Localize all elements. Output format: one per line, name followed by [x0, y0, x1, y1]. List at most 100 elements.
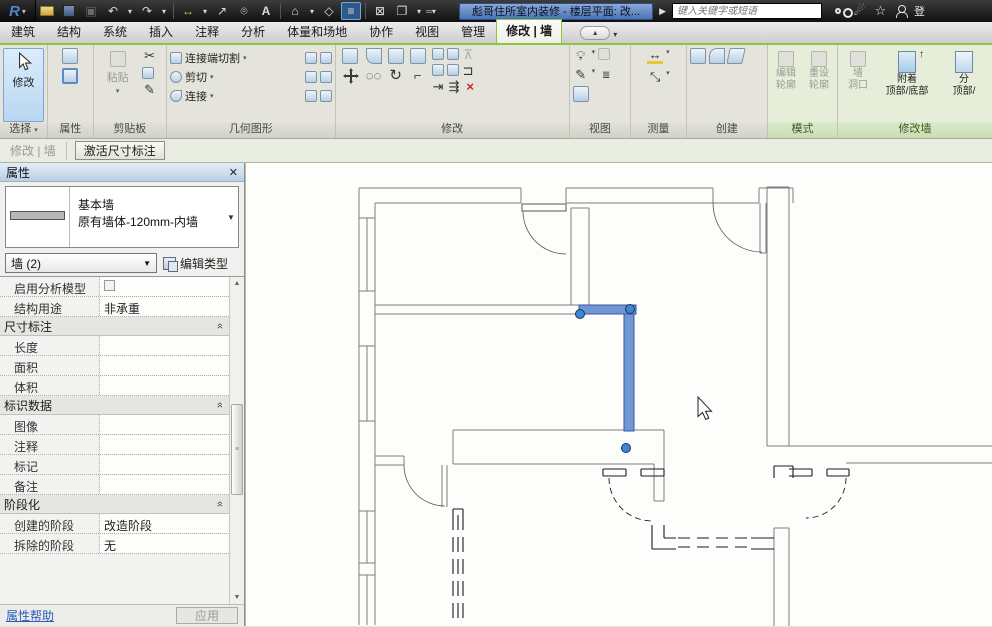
- geometry-extra-icon-5[interactable]: [305, 90, 317, 102]
- property-section[interactable]: 标识数据»: [0, 396, 229, 415]
- tab-1[interactable]: 结构: [46, 21, 92, 43]
- type-selector[interactable]: 基本墙 原有墙体-120mm-内墙 ▼: [5, 186, 239, 248]
- floor-plan-walls[interactable]: [359, 187, 992, 626]
- property-section[interactable]: 尺寸标注»: [0, 317, 229, 336]
- property-value[interactable]: [100, 435, 229, 454]
- properties-help-link[interactable]: 属性帮助: [6, 607, 54, 624]
- property-value[interactable]: [100, 336, 229, 355]
- property-value[interactable]: 改造阶段: [100, 514, 229, 533]
- aligned-dimension-icon[interactable]: ↔: [178, 2, 198, 20]
- property-value[interactable]: [100, 356, 229, 375]
- close-hidden-windows-icon[interactable]: ⊠: [370, 2, 390, 20]
- tab-active-modify-wall[interactable]: 修改 | 墙: [496, 19, 562, 43]
- tab-7[interactable]: 协作: [358, 21, 404, 43]
- save-icon[interactable]: [59, 2, 79, 20]
- geometry-extra-icon-2[interactable]: [320, 52, 332, 64]
- wall-endpoint-handle-2[interactable]: [626, 305, 635, 314]
- scroll-up-icon[interactable]: ▲: [234, 277, 241, 290]
- customize-qat-caret-icon[interactable]: ═▾: [426, 2, 436, 20]
- redo-icon[interactable]: ↷: [137, 2, 157, 20]
- tab-9[interactable]: 管理: [450, 21, 496, 43]
- panel-label-modify[interactable]: 修改: [336, 122, 569, 138]
- property-value[interactable]: [100, 376, 229, 395]
- drawing-canvas[interactable]: [245, 163, 992, 626]
- linework-icon[interactable]: ≣: [598, 67, 614, 83]
- delete-icon[interactable]: ×: [464, 80, 477, 93]
- help-search-input[interactable]: [672, 3, 822, 19]
- create-assembly-icon[interactable]: [726, 48, 745, 64]
- activate-dimensions-button[interactable]: 激活尺寸标注: [75, 141, 165, 160]
- cut-scissors-icon[interactable]: ✂: [142, 48, 158, 64]
- panel-label-view[interactable]: 视图: [570, 122, 630, 138]
- properties-palette-icon[interactable]: [62, 48, 78, 64]
- panel-label-measure[interactable]: 测量: [631, 122, 686, 138]
- create-group-icon[interactable]: [690, 48, 706, 64]
- panel-label-create[interactable]: 创建: [687, 122, 767, 138]
- element-filter-combo[interactable]: 墙 (2)▼: [5, 253, 157, 273]
- rotate-icon[interactable]: ↻: [388, 67, 404, 83]
- panel-label-select[interactable]: 选择 ▾: [0, 122, 47, 138]
- search-icon[interactable]: [828, 2, 849, 20]
- panel-label-modify-wall[interactable]: 修改墙: [838, 122, 992, 138]
- collapse-chevron-icon[interactable]: »: [214, 501, 226, 507]
- join-geometry-button[interactable]: 连接▾: [170, 87, 332, 105]
- measure-icon[interactable]: ↗: [212, 2, 232, 20]
- close-icon[interactable]: ✕: [229, 166, 238, 179]
- edit-type-button[interactable]: 编辑类型: [163, 255, 228, 272]
- geometry-extra-icon-1[interactable]: [305, 52, 317, 64]
- property-section[interactable]: 阶段化»: [0, 495, 229, 514]
- override-brush-icon[interactable]: ✎: [573, 67, 589, 83]
- unpin-icon[interactable]: ⊐: [462, 64, 475, 77]
- signin-person-icon[interactable]: [891, 2, 912, 20]
- selected-wall-vertical[interactable]: [624, 314, 634, 431]
- ribbon-collapse-button[interactable]: ▲: [580, 26, 610, 40]
- trim-corner-icon[interactable]: ⌐: [410, 67, 426, 83]
- tab-5[interactable]: 分析: [230, 21, 276, 43]
- property-value[interactable]: 非承重: [100, 297, 229, 316]
- tab-3[interactable]: 插入: [138, 21, 184, 43]
- title-expand-icon[interactable]: ▶: [659, 6, 666, 17]
- geometry-extra-icon-3[interactable]: [305, 71, 317, 83]
- view3d-caret-icon[interactable]: ▾: [307, 2, 317, 20]
- array-icon[interactable]: [432, 64, 444, 76]
- mirror-draw-axis-icon[interactable]: [410, 48, 426, 64]
- tab-8[interactable]: 视图: [404, 21, 450, 43]
- property-value[interactable]: [100, 455, 229, 474]
- move-icon[interactable]: [342, 67, 360, 85]
- thin-lines-icon[interactable]: ≡: [341, 2, 361, 20]
- panel-label-clipboard[interactable]: 剪贴板: [94, 122, 166, 138]
- property-value[interactable]: [100, 277, 229, 296]
- panel-label-properties[interactable]: 属性: [48, 122, 93, 138]
- tab-6[interactable]: 体量和场地: [276, 21, 358, 43]
- join-end-cut-button[interactable]: 连接端切割▾: [170, 49, 332, 67]
- match-type-brush-icon[interactable]: ✎: [142, 82, 158, 98]
- properties-scrollbar[interactable]: ▲ ≡ ▼: [229, 277, 244, 604]
- tab-2[interactable]: 系统: [92, 21, 138, 43]
- trim-single-icon[interactable]: ⇥: [432, 80, 445, 93]
- dimension-tool-icon[interactable]: ⤡: [647, 69, 663, 85]
- detach-top-base-button[interactable]: 分顶部/: [939, 48, 989, 122]
- tag-icon[interactable]: ⌾: [234, 2, 254, 20]
- redo-caret-icon[interactable]: ▾: [159, 2, 169, 20]
- switch-windows-caret-icon[interactable]: ▾: [414, 2, 424, 20]
- default-3d-view-icon[interactable]: ⌂: [285, 2, 305, 20]
- mirror-pick-axis-icon[interactable]: [388, 48, 404, 64]
- split-gap-icon[interactable]: [447, 48, 459, 60]
- scale-icon[interactable]: [447, 64, 459, 76]
- undo-caret-icon[interactable]: ▾: [125, 2, 135, 20]
- panel-label-geometry[interactable]: 几何图形: [167, 122, 335, 138]
- tab-4[interactable]: 注释: [184, 21, 230, 43]
- cut-geometry-button[interactable]: 剪切▾: [170, 68, 332, 86]
- attach-top-base-button[interactable]: 附着顶部/底部: [878, 48, 936, 122]
- split-element-icon[interactable]: [432, 48, 444, 60]
- align-icon[interactable]: [342, 48, 358, 64]
- dimension-caret-icon[interactable]: ▾: [200, 2, 210, 20]
- type-selector-caret-icon[interactable]: ▼: [224, 187, 238, 247]
- open-icon[interactable]: [37, 2, 57, 20]
- text-icon[interactable]: A: [256, 2, 276, 20]
- signin-label[interactable]: 登: [914, 3, 925, 19]
- modify-tool-button[interactable]: 修改: [3, 48, 44, 122]
- undo-icon[interactable]: ↶: [103, 2, 123, 20]
- trim-multi-icon[interactable]: ⇶: [448, 80, 461, 93]
- demolished-walls[interactable]: [453, 466, 849, 625]
